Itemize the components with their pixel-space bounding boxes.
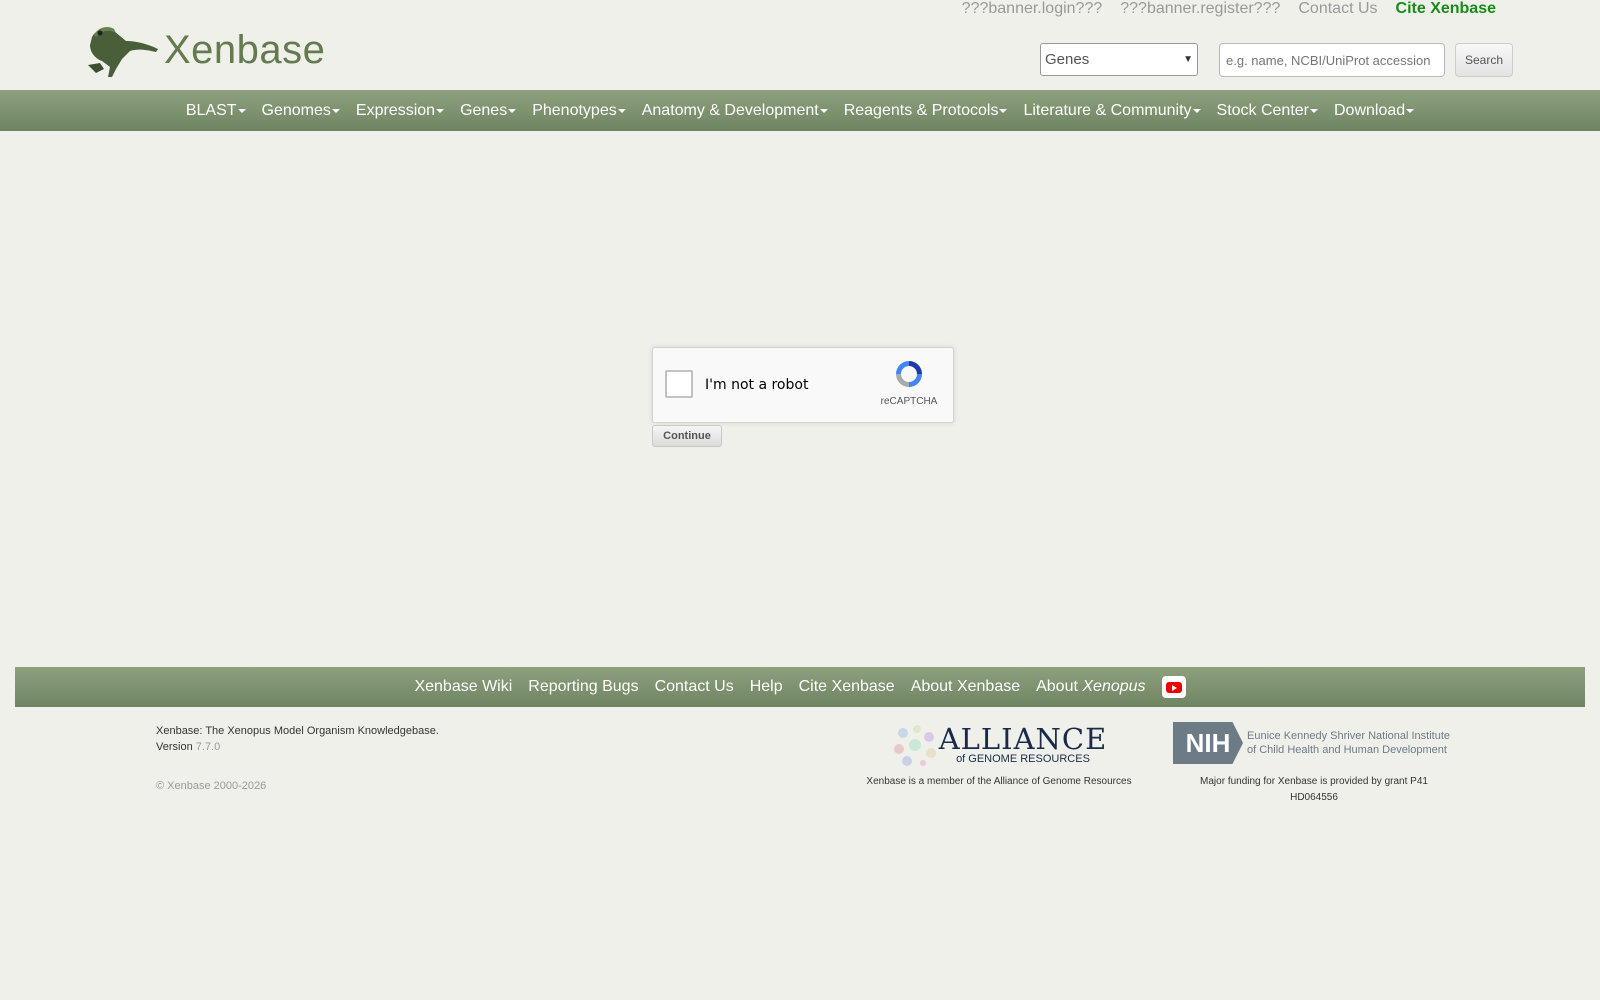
main-nav: BLAST Genomes Expression Genes Phenotype… <box>0 90 1600 131</box>
footer-tagline: Xenbase: The Xenopus Model Organism Know… <box>156 725 439 737</box>
footer-link-contact-us[interactable]: Contact Us <box>655 678 734 696</box>
nav-genomes[interactable]: Genomes <box>262 102 340 120</box>
footer-info: Xenbase: The Xenopus Model Organism Know… <box>156 723 439 755</box>
footer-link-reporting-bugs[interactable]: Reporting Bugs <box>528 678 638 696</box>
alliance-title: ALLIANCE <box>938 722 1108 756</box>
search-input[interactable] <box>1219 43 1445 77</box>
nih-institute-name: Eunice Kennedy Shriver National Institut… <box>1247 729 1450 757</box>
nih-caption-line-2: HD064556 <box>1290 792 1338 803</box>
version-label: Version <box>156 741 193 753</box>
nav-anatomy-development[interactable]: Anatomy & Development <box>642 102 828 120</box>
nih-line-1: Eunice Kennedy Shriver National Institut… <box>1247 730 1451 742</box>
search-button[interactable]: Search <box>1455 43 1513 77</box>
recaptcha-widget: I'm not a robot reCAPTCHA <box>652 347 954 423</box>
caret-down-icon <box>617 108 626 113</box>
nih-logo-block[interactable]: NIH Eunice Kennedy Shriver National Inst… <box>1173 722 1455 806</box>
register-link[interactable]: ???banner.register??? <box>1120 0 1280 22</box>
about-species: Xenopus <box>1082 678 1146 695</box>
cite-xenbase-link[interactable]: Cite Xenbase <box>1396 0 1496 22</box>
footer-link-wiki[interactable]: Xenbase Wiki <box>414 678 512 696</box>
nav-literature-community[interactable]: Literature & Community <box>1023 101 1201 120</box>
alliance-icon <box>893 725 936 766</box>
nih-logo: NIH Eunice Kennedy Shriver National Inst… <box>1173 722 1455 764</box>
nav-expression[interactable]: Expression <box>355 101 445 120</box>
recaptcha-label: I'm not a robot <box>705 377 809 393</box>
nav-genes[interactable]: Genes <box>460 101 517 120</box>
footer-link-about-xenopus[interactable]: About Xenopus <box>1036 678 1145 696</box>
nav-label: Download <box>1334 101 1406 119</box>
caret-down-icon <box>508 108 517 113</box>
search-category-select[interactable]: Genes ▼ <box>1040 43 1198 76</box>
nav-label: Phenotypes <box>532 101 617 119</box>
recaptcha-brand: reCAPTCHA <box>880 396 938 407</box>
alliance-logo-block[interactable]: ALLIANCE of GENOME RESOURCES Xenbase is … <box>862 722 1136 788</box>
alliance-caption: Xenbase is a member of the Alliance of G… <box>866 776 1132 787</box>
caret-down-icon <box>436 108 445 113</box>
footer-link-cite[interactable]: Cite Xenbase <box>799 678 895 696</box>
copyright: © Xenbase 2000-2026 <box>156 780 267 792</box>
nav-stock-center[interactable]: Stock Center <box>1217 102 1318 120</box>
contact-us-link[interactable]: Contact Us <box>1298 0 1377 22</box>
footer-nav: Xenbase Wiki Reporting Bugs Contact Us H… <box>15 667 1585 707</box>
nav-label: BLAST <box>185 101 237 119</box>
caret-down-icon <box>1406 108 1415 113</box>
alliance-logo: ALLIANCE of GENOME RESOURCES <box>862 722 1136 768</box>
caret-down-icon <box>1192 108 1201 113</box>
nav-label: Anatomy & Development <box>641 101 819 119</box>
nav-label: Genes <box>460 101 508 119</box>
nav-phenotypes[interactable]: Phenotypes <box>532 102 626 120</box>
chevron-down-icon: ▼ <box>1183 54 1193 65</box>
nav-label: Genomes <box>261 101 331 119</box>
nav-label: Stock Center <box>1216 101 1309 119</box>
nih-caption-line-1: Major funding for Xenbase is provided by… <box>1200 776 1428 787</box>
youtube-icon[interactable] <box>1161 676 1186 698</box>
footer-version-line: Version 7.7.0 <box>156 739 439 755</box>
caret-down-icon <box>1310 108 1318 113</box>
nih-caption: Major funding for Xenbase is provided by… <box>1173 774 1455 806</box>
footer-link-help[interactable]: Help <box>750 678 783 696</box>
alliance-subtitle: of GENOME RESOURCES <box>956 753 1090 765</box>
version-number: 7.7.0 <box>195 741 221 753</box>
alliance-wordmark: ALLIANCE of GENOME RESOURCES <box>938 722 1108 766</box>
nav-label: Reagents & Protocols <box>843 101 999 119</box>
caret-down-icon <box>237 108 246 113</box>
footer-link-about-xenbase[interactable]: About Xenbase <box>911 678 1020 696</box>
top-links: ???banner.login??? ???banner.register???… <box>962 0 1496 22</box>
nih-badge: NIH <box>1173 722 1243 764</box>
nav-label: Expression <box>355 101 436 119</box>
recaptcha-logo: reCAPTCHA <box>877 358 941 407</box>
logo-text: Xenbase <box>164 27 326 72</box>
frog-icon <box>88 27 158 77</box>
nav-download[interactable]: Download <box>1334 101 1415 120</box>
search-category-value: Genes <box>1045 51 1090 68</box>
caret-down-icon <box>999 108 1008 113</box>
login-link[interactable]: ???banner.login??? <box>962 0 1103 22</box>
caret-down-icon <box>331 108 340 113</box>
nav-label: Literature & Community <box>1023 101 1192 119</box>
recaptcha-icon <box>896 361 922 387</box>
nav-reagents-protocols[interactable]: Reagents & Protocols <box>844 102 1008 120</box>
xenbase-logo[interactable]: Xenbase <box>86 18 336 82</box>
nih-line-2: of Child Health and Human Development <box>1247 744 1447 756</box>
about-prefix: About <box>1036 678 1078 695</box>
nav-blast[interactable]: BLAST <box>186 102 246 120</box>
recaptcha-checkbox[interactable] <box>665 370 693 398</box>
continue-button[interactable]: Continue <box>652 425 722 447</box>
caret-down-icon <box>819 108 828 113</box>
